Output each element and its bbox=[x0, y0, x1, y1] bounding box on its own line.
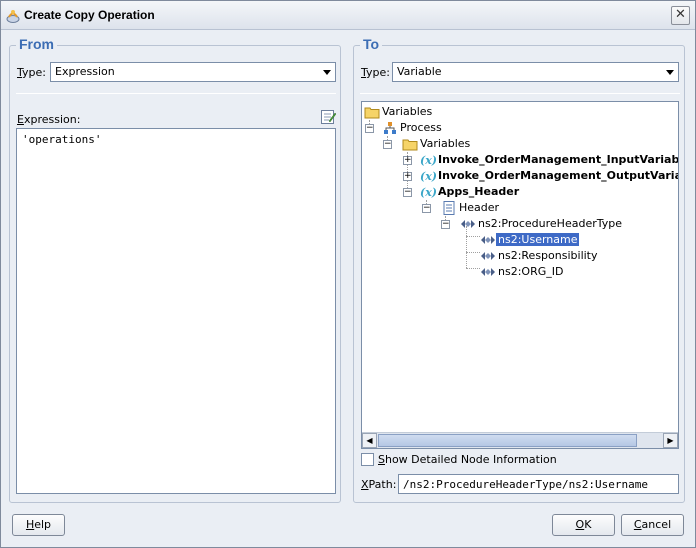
show-detailed-node-label: Show Detailed Node Information bbox=[378, 453, 557, 466]
variable-icon: (x) bbox=[420, 170, 436, 183]
scroll-right-icon[interactable]: ▶ bbox=[663, 433, 678, 448]
variable-icon: (x) bbox=[420, 186, 436, 199]
close-icon: ✕ bbox=[675, 7, 686, 22]
title-bar[interactable]: Create Copy Operation ✕ bbox=[1, 1, 695, 30]
expand-toggle[interactable]: + bbox=[403, 156, 412, 165]
variable-icon: (x) bbox=[420, 154, 436, 167]
tree-guide bbox=[466, 252, 480, 253]
to-separator bbox=[360, 93, 680, 94]
variable-tree[interactable]: Variables − Process − Variables + (x) In… bbox=[361, 101, 679, 449]
expression-label: Expression: bbox=[17, 113, 81, 126]
ok-button[interactable]: OK bbox=[552, 514, 615, 536]
tree-guide bbox=[466, 236, 480, 237]
svg-text:(x): (x) bbox=[420, 154, 436, 167]
chevron-down-icon bbox=[666, 70, 674, 75]
expression-textarea[interactable]: 'operations' bbox=[16, 128, 336, 494]
svg-text:(x): (x) bbox=[420, 170, 436, 183]
to-legend: To bbox=[360, 36, 383, 52]
xpath-field[interactable]: /ns2:ProcedureHeaderType/ns2:Username bbox=[398, 474, 679, 494]
element-icon bbox=[461, 220, 475, 228]
create-copy-operation-dialog: Create Copy Operation ✕ From Type: Expre… bbox=[0, 0, 696, 548]
from-legend: From bbox=[16, 36, 57, 52]
from-type-value: Expression bbox=[55, 65, 115, 78]
folder-icon bbox=[364, 107, 380, 119]
cancel-button[interactable]: Cancel bbox=[621, 514, 684, 536]
xpath-label: XPath: bbox=[361, 478, 397, 491]
show-detailed-node-checkbox[interactable] bbox=[361, 453, 374, 466]
to-type-label: Type: bbox=[361, 66, 390, 79]
from-separator bbox=[16, 93, 336, 94]
to-type-value: Variable bbox=[397, 65, 442, 78]
expression-value: 'operations' bbox=[22, 133, 102, 146]
from-type-select[interactable]: Expression bbox=[50, 62, 336, 82]
message-part-icon bbox=[443, 201, 455, 215]
dialog-title: Create Copy Operation bbox=[24, 8, 155, 22]
element-icon bbox=[481, 252, 495, 260]
xpath-value: /ns2:ProcedureHeaderType/ns2:Username bbox=[403, 478, 649, 491]
copy-operation-icon bbox=[6, 10, 20, 23]
tree-guide bbox=[466, 226, 467, 268]
expand-toggle[interactable]: + bbox=[403, 172, 412, 181]
element-icon bbox=[481, 268, 495, 276]
collapse-toggle[interactable]: − bbox=[383, 140, 392, 149]
from-type-label: Type: bbox=[17, 66, 46, 79]
collapse-toggle[interactable]: − bbox=[403, 188, 412, 197]
help-button[interactable]: Help bbox=[12, 514, 65, 536]
element-icon bbox=[481, 236, 495, 244]
collapse-toggle[interactable]: − bbox=[365, 124, 374, 133]
to-type-select[interactable]: Variable bbox=[392, 62, 679, 82]
chevron-down-icon bbox=[323, 70, 331, 75]
collapse-toggle[interactable]: − bbox=[441, 220, 450, 229]
process-icon bbox=[384, 122, 396, 134]
svg-text:(x): (x) bbox=[420, 186, 436, 199]
expression-builder-icon[interactable] bbox=[320, 109, 336, 125]
scroll-thumb[interactable] bbox=[378, 434, 637, 447]
close-button[interactable]: ✕ bbox=[671, 6, 690, 25]
folder-icon bbox=[402, 139, 418, 151]
tree-horizontal-scrollbar[interactable]: ◀ ▶ bbox=[362, 432, 678, 448]
collapse-toggle[interactable]: − bbox=[422, 204, 431, 213]
tree-guide bbox=[466, 268, 480, 269]
scroll-left-icon[interactable]: ◀ bbox=[362, 433, 377, 448]
